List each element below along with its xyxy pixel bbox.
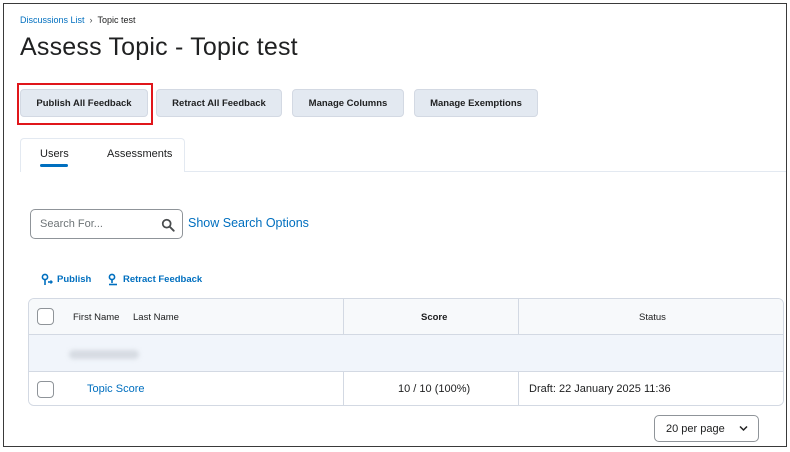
column-divider [518, 372, 519, 405]
publish-label: Publish [57, 274, 92, 285]
manage-columns-button[interactable]: Manage Columns [292, 89, 404, 117]
publish-all-feedback-button[interactable]: Publish All Feedback [20, 89, 148, 117]
tab-divider [185, 171, 786, 172]
breadcrumb-separator: › [89, 15, 93, 25]
select-all-checkbox[interactable] [37, 308, 54, 325]
user-name-redacted [69, 350, 139, 359]
page-frame: Discussions List › Topic test Assess Top… [3, 3, 787, 447]
search-box [30, 209, 183, 239]
column-divider [343, 299, 344, 334]
search-icon[interactable] [161, 218, 175, 232]
breadcrumb: Discussions List › Topic test [20, 15, 136, 25]
table-header-row: First Name Last Name Score Status [29, 299, 783, 335]
publish-icon [41, 273, 53, 285]
column-score: Score [421, 312, 448, 323]
publish-action[interactable]: Publish [41, 273, 91, 286]
retract-all-feedback-button[interactable]: Retract All Feedback [156, 89, 282, 117]
breadcrumb-discussions-list[interactable]: Discussions List [20, 15, 85, 25]
column-status: Status [639, 312, 666, 323]
user-row [29, 335, 783, 372]
retract-icon [108, 273, 117, 286]
page-title: Assess Topic - Topic test [20, 33, 298, 61]
score-value: 10 / 10 (100%) [398, 383, 471, 395]
column-first-name[interactable]: First Name [73, 312, 119, 323]
tab-list: Users Assessments [20, 138, 786, 172]
manage-exemptions-button[interactable]: Manage Exemptions [414, 89, 538, 117]
status-value: Draft: 22 January 2025 11:36 [529, 383, 671, 395]
topic-score-link[interactable]: Topic Score [87, 383, 144, 395]
per-page-value: 20 per page [666, 422, 725, 435]
retract-label: Retract Feedback [123, 274, 203, 285]
tab-users-indicator [40, 164, 68, 167]
chevron-down-icon [739, 425, 748, 432]
breadcrumb-current: Topic test [97, 15, 136, 25]
column-divider [343, 372, 344, 405]
search-input[interactable] [40, 218, 150, 230]
tab-users[interactable]: Users [40, 148, 69, 160]
show-search-options-link[interactable]: Show Search Options [188, 216, 309, 230]
table-row: Topic Score 10 / 10 (100%) Draft: 22 Jan… [29, 372, 783, 405]
column-last-name[interactable]: Last Name [133, 312, 179, 323]
row-checkbox[interactable] [37, 381, 54, 398]
tab-assessments[interactable]: Assessments [107, 148, 172, 160]
per-page-select[interactable]: 20 per page [654, 415, 759, 442]
users-table: First Name Last Name Score Status Topic … [28, 298, 784, 406]
retract-feedback-action[interactable]: Retract Feedback [107, 273, 202, 286]
column-divider [518, 299, 519, 334]
